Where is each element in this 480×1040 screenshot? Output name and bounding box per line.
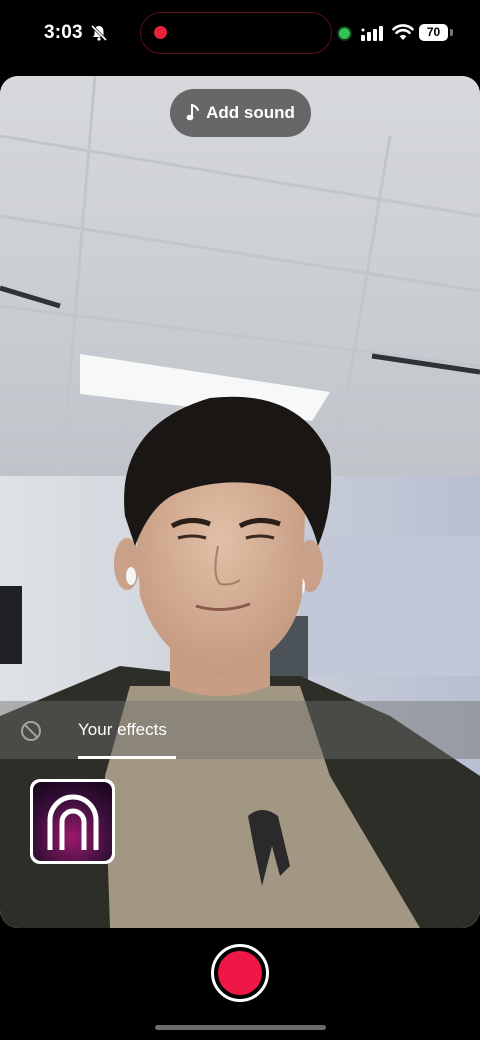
effect-thumbnail	[33, 782, 112, 861]
status-bar: 3:03 70	[0, 0, 480, 70]
record-button-icon	[218, 951, 262, 995]
bell-slash-icon	[90, 24, 108, 42]
battery-nub	[450, 29, 453, 36]
tab-active-indicator	[78, 756, 176, 759]
cellular-signal-icon	[361, 26, 383, 41]
add-sound-button[interactable]: Add sound	[170, 89, 311, 137]
record-button[interactable]	[211, 944, 269, 1002]
prohibit-icon[interactable]	[20, 720, 42, 742]
status-time: 3:03	[44, 22, 83, 43]
effects-tab-bar: Your effects	[0, 701, 480, 759]
arch-effect-icon	[47, 794, 98, 850]
battery-icon: 70	[419, 24, 448, 41]
music-note-icon	[186, 104, 200, 121]
camera-viewport[interactable]: Add sound Your effects	[0, 76, 480, 928]
tab-your-effects[interactable]: Your effects	[78, 720, 167, 740]
wifi-icon	[392, 24, 414, 40]
home-indicator[interactable]	[155, 1025, 326, 1030]
add-sound-label: Add sound	[206, 103, 295, 122]
effect-tile[interactable]	[30, 779, 115, 864]
dynamic-island	[140, 12, 332, 54]
camera-in-use-icon	[339, 28, 350, 39]
recording-dot-icon	[154, 26, 167, 39]
